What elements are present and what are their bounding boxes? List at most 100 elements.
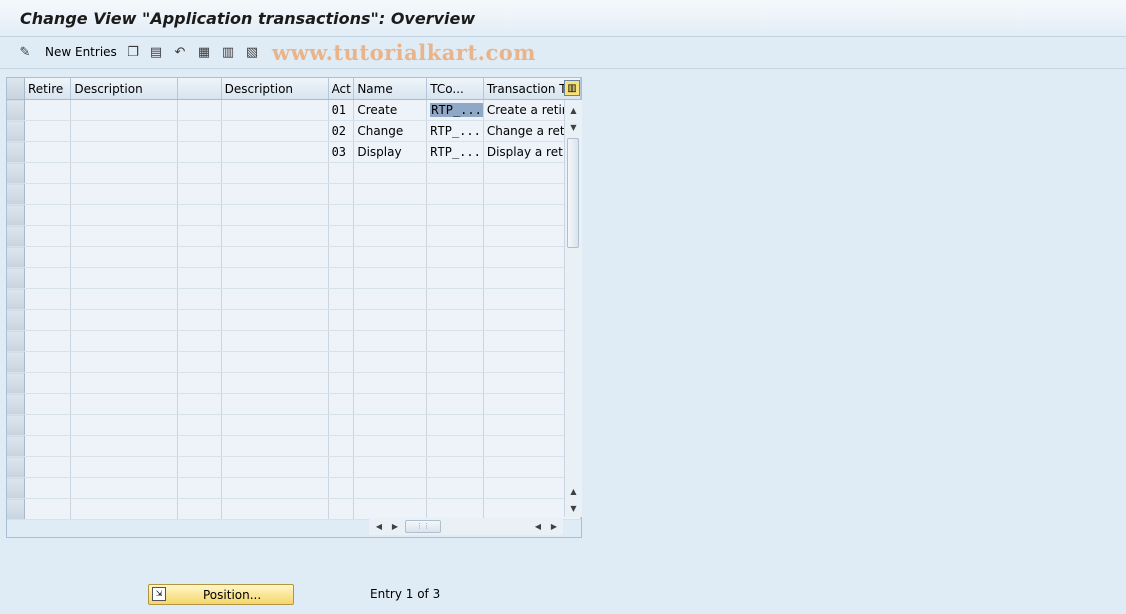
table-cell[interactable] (24, 225, 72, 247)
table-cell[interactable] (328, 309, 355, 331)
table-cell[interactable] (24, 435, 72, 457)
table-cell[interactable] (177, 204, 222, 226)
table-cell[interactable] (353, 204, 428, 226)
table-cell[interactable] (221, 162, 329, 184)
table-cell[interactable] (221, 99, 329, 121)
column-header[interactable]: TCo... (426, 78, 484, 100)
table-cell[interactable] (177, 141, 222, 163)
row-selector[interactable] (7, 225, 25, 247)
table-cell[interactable] (70, 288, 179, 310)
table-cell[interactable] (177, 456, 222, 478)
table-cell[interactable] (221, 372, 329, 394)
scroll-down-icon[interactable]: ▼ (565, 500, 582, 516)
table-cell[interactable] (328, 435, 355, 457)
vertical-scrollbar[interactable]: ▲ ▼ ▲ ▼ (564, 100, 582, 517)
table-cell[interactable] (70, 204, 179, 226)
table-cell[interactable] (70, 120, 179, 142)
table-cell[interactable] (177, 351, 222, 373)
table-cell[interactable] (426, 372, 484, 394)
table-cell[interactable] (328, 372, 355, 394)
table-cell[interactable] (353, 330, 428, 352)
table-cell[interactable] (328, 246, 355, 268)
table-cell[interactable]: 03 (328, 141, 355, 163)
row-selector[interactable] (7, 141, 25, 163)
table-cell[interactable] (24, 120, 72, 142)
table-cell[interactable] (221, 414, 329, 436)
table-cell[interactable] (221, 204, 329, 226)
table-cell[interactable] (70, 267, 179, 289)
scroll-far-left-icon[interactable]: ◀ (531, 518, 545, 535)
table-cell[interactable] (328, 267, 355, 289)
table-cell[interactable] (177, 477, 222, 499)
new-entries-button[interactable]: New Entries (45, 45, 117, 59)
scroll-left-icon[interactable]: ◀ (372, 518, 386, 535)
table-cell[interactable] (24, 183, 72, 205)
table-cell[interactable] (328, 414, 355, 436)
table-cell[interactable] (70, 372, 179, 394)
column-header[interactable]: Name (353, 78, 428, 100)
table-cell[interactable] (177, 267, 222, 289)
select-block-icon[interactable]: ▥ (220, 44, 236, 60)
table-cell[interactable] (353, 414, 428, 436)
table-cell[interactable] (221, 456, 329, 478)
table-cell[interactable] (24, 330, 72, 352)
column-header[interactable] (177, 78, 222, 100)
table-cell[interactable] (177, 330, 222, 352)
table-cell[interactable] (24, 414, 72, 436)
table-cell[interactable] (24, 162, 72, 184)
table-cell[interactable] (24, 393, 72, 415)
table-cell[interactable] (328, 183, 355, 205)
table-cell[interactable] (24, 309, 72, 331)
table-cell[interactable] (70, 246, 179, 268)
row-selector[interactable] (7, 162, 25, 184)
table-cell[interactable] (353, 225, 428, 247)
scroll-page-up-icon[interactable]: ▲ (565, 483, 582, 499)
row-selector[interactable] (7, 183, 25, 205)
table-cell[interactable] (426, 183, 484, 205)
table-cell[interactable] (70, 183, 179, 205)
row-selector[interactable] (7, 246, 25, 268)
column-header[interactable]: Act (328, 78, 355, 100)
table-cell[interactable] (426, 498, 484, 520)
table-cell[interactable]: RTP_... (426, 120, 484, 142)
position-button[interactable]: ⇲ Position... (148, 584, 294, 605)
table-cell[interactable] (353, 372, 428, 394)
table-cell[interactable] (221, 477, 329, 499)
column-header[interactable]: Description (221, 78, 329, 100)
table-cell[interactable] (221, 435, 329, 457)
table-cell[interactable] (70, 162, 179, 184)
table-cell[interactable] (24, 288, 72, 310)
table-cell[interactable] (24, 498, 72, 520)
row-selector[interactable] (7, 435, 25, 457)
table-cell[interactable] (328, 330, 355, 352)
table-cell[interactable] (426, 330, 484, 352)
pencil-glasses-icon[interactable]: ✎ (17, 44, 33, 60)
table-cell[interactable] (353, 309, 428, 331)
row-selector[interactable] (7, 498, 25, 520)
table-cell[interactable] (353, 351, 428, 373)
table-cell[interactable] (353, 393, 428, 415)
table-cell[interactable] (177, 246, 222, 268)
row-selector[interactable] (7, 309, 25, 331)
table-cell[interactable] (221, 309, 329, 331)
copy-icon[interactable]: ❐ (125, 44, 141, 60)
table-cell[interactable] (426, 477, 484, 499)
table-cell[interactable] (177, 99, 222, 121)
table-cell[interactable]: 02 (328, 120, 355, 142)
table-cell[interactable]: RTP_... (426, 141, 484, 163)
table-cell[interactable] (426, 288, 484, 310)
row-selector[interactable] (7, 414, 25, 436)
row-selector[interactable] (7, 120, 25, 142)
table-cell[interactable] (328, 204, 355, 226)
undo-icon[interactable]: ↶ (172, 44, 188, 60)
table-cell[interactable] (328, 288, 355, 310)
table-cell[interactable] (353, 435, 428, 457)
table-cell[interactable] (328, 393, 355, 415)
table-cell[interactable] (426, 309, 484, 331)
table-cell[interactable] (221, 141, 329, 163)
table-cell[interactable] (24, 456, 72, 478)
table-cell[interactable] (426, 414, 484, 436)
table-cell[interactable] (328, 162, 355, 184)
row-selector[interactable] (7, 99, 25, 121)
table-cell[interactable] (426, 351, 484, 373)
